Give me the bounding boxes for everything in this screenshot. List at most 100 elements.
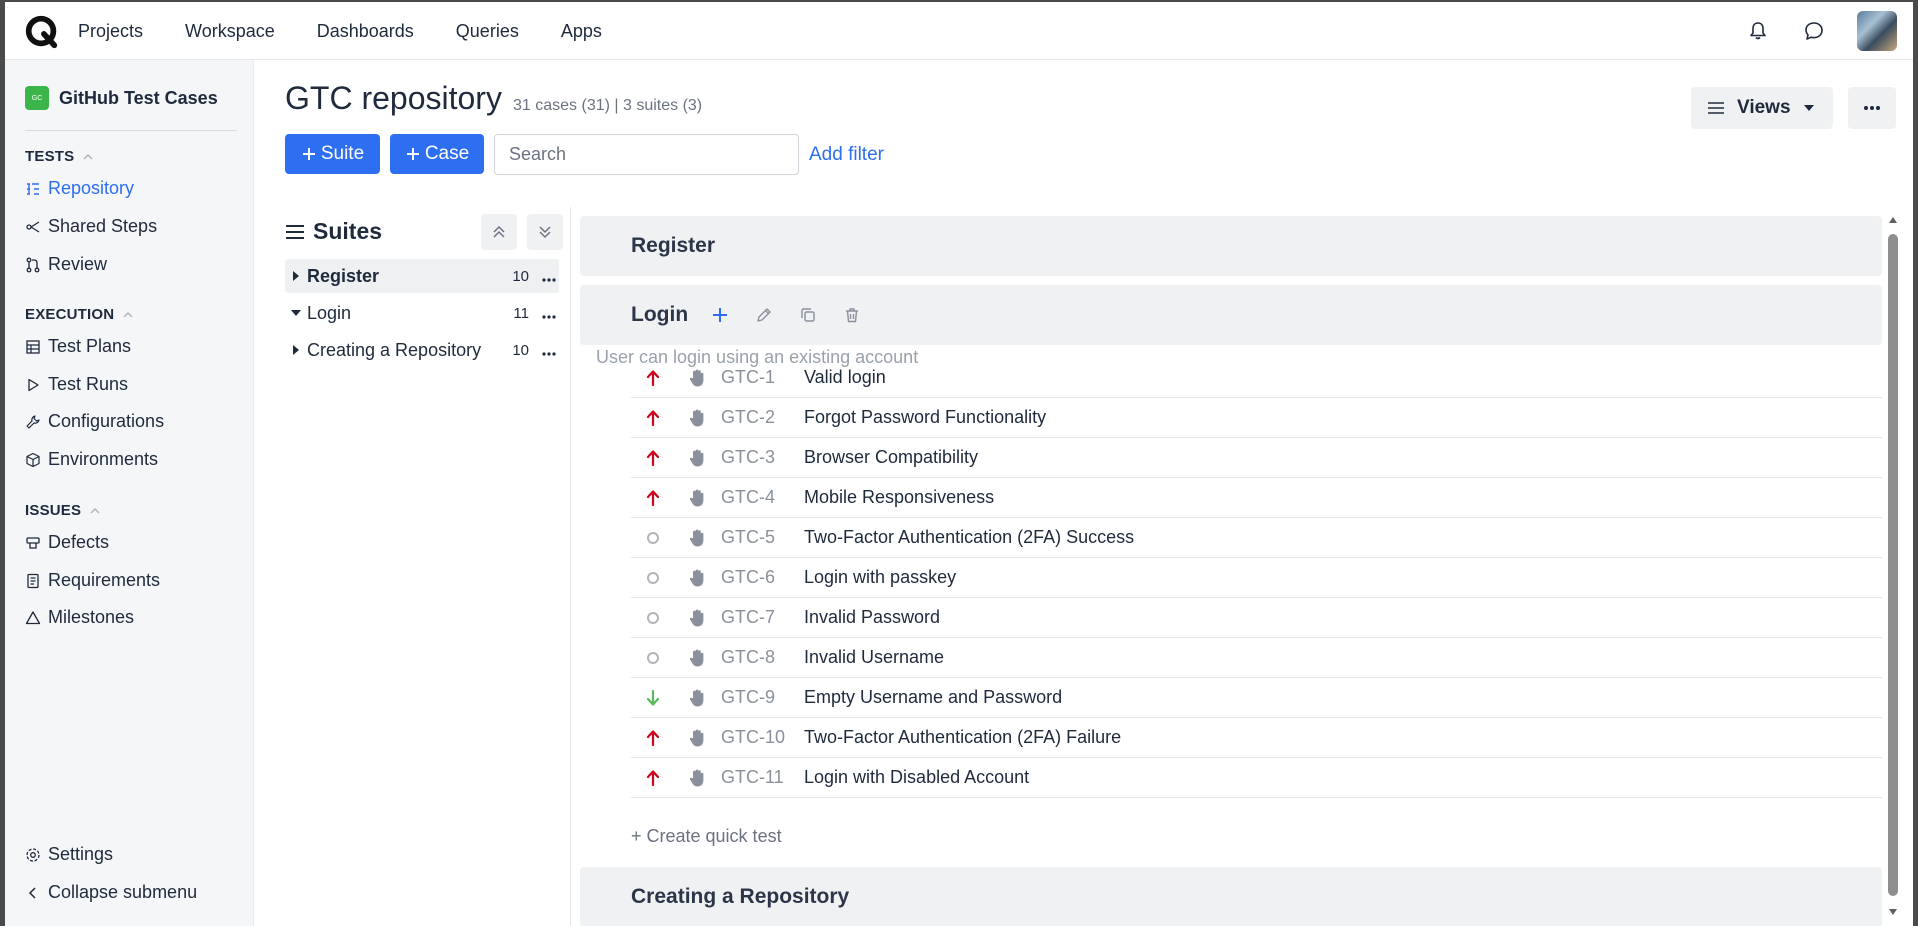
suite-group-login[interactable]: Login	[580, 285, 1882, 345]
case-row[interactable]: GTC-11 Login with Disabled Account	[631, 758, 1882, 798]
more-options-button[interactable]	[1848, 87, 1896, 129]
case-row[interactable]: GTC-5 Two-Factor Authentication (2FA) Suc…	[631, 518, 1882, 558]
suite-item-creating-a-repository[interactable]: Creating a Repository 10	[285, 333, 559, 367]
sidebar-item-repository[interactable]: Repository	[25, 178, 134, 199]
case-row[interactable]: GTC-3 Browser Compatibility	[631, 438, 1882, 478]
caret-right-icon[interactable]	[285, 270, 307, 282]
manual-hand-icon	[685, 408, 709, 428]
search-input[interactable]	[494, 134, 799, 175]
suite-name: Creating a Repository	[307, 339, 482, 360]
project-switcher[interactable]: GC GitHub Test Cases	[25, 86, 218, 110]
case-id: GTC-1	[721, 367, 775, 387]
priority-high-arrow-icon	[641, 729, 665, 747]
nav-workspace[interactable]: Workspace	[164, 2, 296, 60]
scrollbar[interactable]	[1885, 212, 1901, 926]
sidebar-item-settings[interactable]: Settings	[25, 844, 113, 865]
add-case-button[interactable]: Case	[390, 134, 484, 174]
sidebar-item-requirements[interactable]: Requirements	[25, 570, 160, 591]
top-bar: Projects Workspace Dashboards Queries Ap…	[5, 2, 1913, 60]
case-row[interactable]: GTC-8 Invalid Username	[631, 638, 1882, 678]
ellipsis-icon[interactable]	[539, 266, 559, 287]
priority-high-arrow-icon	[641, 489, 665, 507]
app-window: Projects Workspace Dashboards Queries Ap…	[5, 2, 1913, 926]
sidebar-item-label: Review	[48, 254, 108, 274]
case-row[interactable]: GTC-7 Invalid Password	[631, 598, 1882, 638]
section-execution[interactable]: EXECUTION	[25, 306, 134, 323]
sidebar-divider	[25, 130, 237, 131]
ellipsis-icon[interactable]	[539, 303, 559, 324]
copy-icon[interactable]	[796, 303, 820, 327]
add-filter-link[interactable]: Add filter	[809, 144, 884, 166]
scroll-down-arrow-icon[interactable]	[1888, 908, 1898, 916]
caret-down-icon[interactable]	[285, 309, 307, 317]
suite-item-register[interactable]: Register 10	[285, 259, 559, 293]
views-label: Views	[1737, 97, 1791, 118]
sidebar-item-label: Repository	[48, 178, 135, 198]
expand-all-button[interactable]	[527, 214, 563, 250]
plus-icon[interactable]	[708, 303, 732, 327]
priority-high-arrow-icon	[641, 409, 665, 427]
milestone-icon	[25, 610, 41, 624]
nav-queries[interactable]: Queries	[435, 2, 540, 60]
case-row[interactable]: GTC-9 Empty Username and Password	[631, 678, 1882, 718]
section-tests[interactable]: TESTS	[25, 148, 94, 165]
case-row[interactable]: GTC-6 Login with passkey	[631, 558, 1882, 598]
sidebar-item-shared-steps[interactable]: Shared Steps	[25, 216, 157, 237]
sidebar-item-configurations[interactable]: Configurations	[25, 411, 164, 432]
project-name: GitHub Test Cases	[59, 87, 218, 108]
sidebar-item-label: Configurations	[48, 411, 165, 431]
case-id: GTC-11	[721, 767, 784, 787]
sidebar-item-review[interactable]: Review	[25, 254, 107, 275]
collapse-submenu-button[interactable]: Collapse submenu	[25, 882, 197, 903]
page-title: GTC repository	[285, 80, 502, 116]
sidebar-item-test-plans[interactable]: Test Plans	[25, 336, 131, 357]
suite-count: 10	[512, 341, 529, 359]
case-row[interactable]: GTC-4 Mobile Responsiveness	[631, 478, 1882, 518]
avatar[interactable]	[1857, 11, 1897, 51]
section-issues[interactable]: ISSUES	[25, 502, 101, 519]
sidebar-item-test-runs[interactable]: Test Runs	[25, 374, 128, 395]
list-icon	[1708, 102, 1724, 114]
nav-apps[interactable]: Apps	[540, 2, 623, 60]
views-button[interactable]: Views	[1691, 87, 1833, 129]
defect-icon	[26, 536, 40, 549]
scrollbar-thumb[interactable]	[1888, 234, 1898, 896]
scroll-up-arrow-icon[interactable]	[1888, 216, 1898, 224]
suite-group-register[interactable]: Register	[580, 216, 1882, 276]
case-title: Mobile Responsiveness	[804, 487, 995, 507]
collapse-all-button[interactable]	[481, 214, 517, 250]
nav-projects[interactable]: Projects	[78, 2, 164, 60]
add-suite-button[interactable]: Suite	[285, 134, 380, 174]
plus-icon	[406, 148, 419, 160]
double-chevron-down-icon	[539, 226, 551, 239]
qase-logo-icon[interactable]	[23, 13, 61, 51]
sidebar-item-milestones[interactable]: Milestones	[25, 607, 134, 628]
suite-item-login[interactable]: Login 11	[285, 296, 559, 330]
sidebar-item-label: Requirements	[48, 570, 161, 590]
case-row[interactable]: GTC-1 Valid login	[631, 358, 1882, 398]
priority-none-circle-icon	[641, 571, 665, 585]
chat-icon[interactable]	[1801, 18, 1827, 44]
case-id: GTC-9	[721, 687, 775, 707]
create-quick-test-link[interactable]: + Create quick test	[631, 826, 782, 847]
manual-hand-icon	[685, 528, 709, 548]
sidebar-item-label: Shared Steps	[48, 216, 158, 236]
manual-hand-icon	[685, 368, 709, 388]
sidebar-item-defects[interactable]: Defects	[25, 532, 109, 553]
case-row[interactable]: GTC-2 Forgot Password Functionality	[631, 398, 1882, 438]
caret-right-icon[interactable]	[285, 344, 307, 356]
panel-divider[interactable]	[570, 207, 571, 926]
bell-icon[interactable]	[1745, 18, 1771, 44]
priority-low-arrow-icon	[641, 689, 665, 707]
ellipsis-icon[interactable]	[539, 340, 559, 361]
case-row[interactable]: GTC-10 Two-Factor Authentication (2FA) Fa…	[631, 718, 1882, 758]
sidebar-item-environments[interactable]: Environments	[25, 449, 158, 470]
case-title: Invalid Password	[804, 607, 941, 627]
suite-group-creating-a-repository[interactable]: Creating a Repository	[580, 867, 1882, 926]
document-icon	[27, 573, 39, 588]
nav-dashboards[interactable]: Dashboards	[296, 2, 435, 60]
pencil-icon[interactable]	[752, 303, 776, 327]
manual-hand-icon	[685, 768, 709, 788]
collapse-submenu-label: Collapse submenu	[48, 882, 198, 902]
trash-icon[interactable]	[840, 303, 864, 327]
